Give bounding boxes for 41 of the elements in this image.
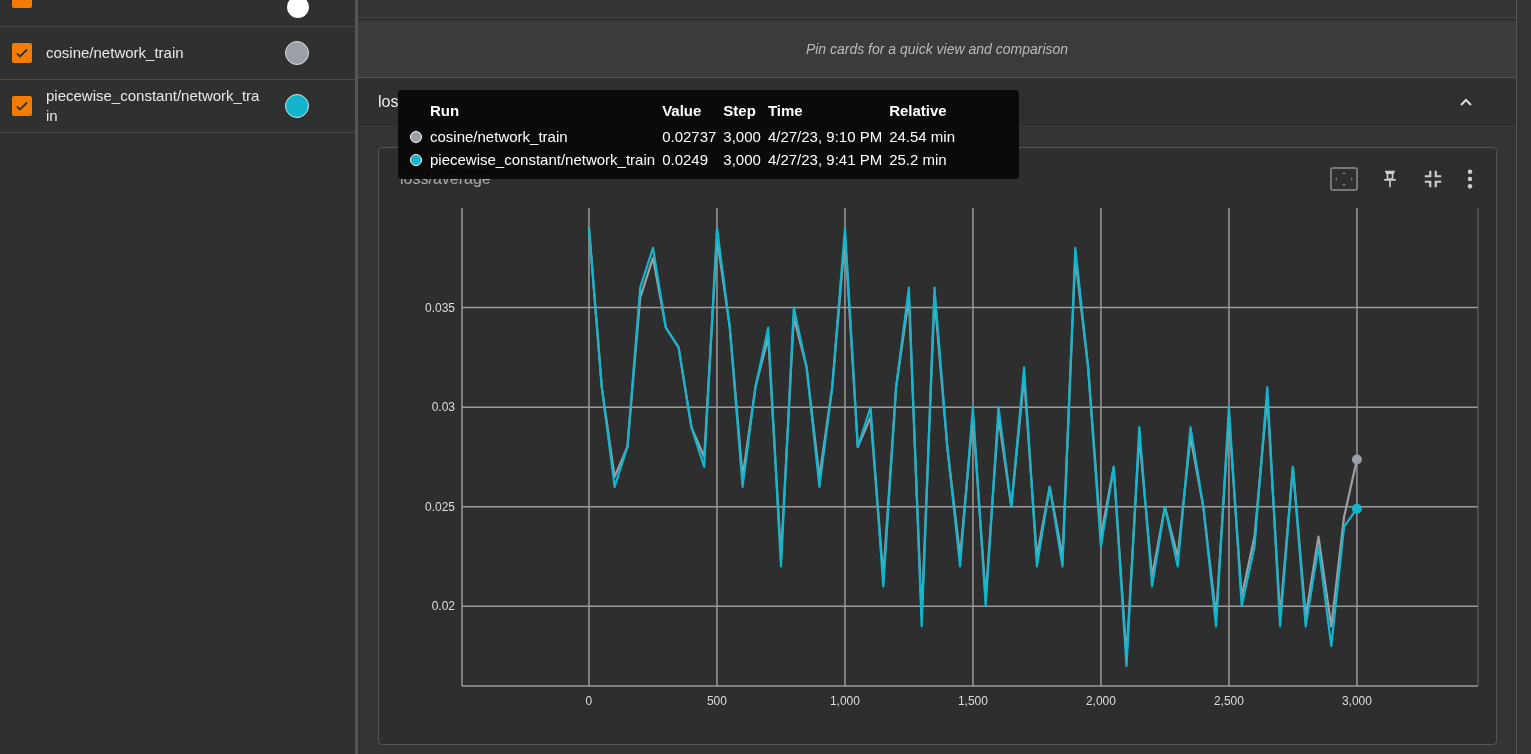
column-header: Run xyxy=(430,100,663,125)
y-tick-label: 0.035 xyxy=(424,300,455,315)
x-tick-label: 0 xyxy=(585,694,593,708)
y-tick-label: 0.03 xyxy=(431,400,455,415)
column-header: Time xyxy=(767,101,804,121)
section-title: los xyxy=(378,93,399,111)
round-icon[interactable] xyxy=(287,0,309,18)
color-swatch[interactable] xyxy=(285,41,309,65)
color-swatch[interactable] xyxy=(285,94,309,118)
table-cell: 0.0249 xyxy=(662,148,724,171)
table-cell: 3,000 xyxy=(723,148,768,171)
checkbox[interactable] xyxy=(12,96,32,116)
x-tick-label: 1,500 xyxy=(957,694,988,708)
x-tick-label: 3,000 xyxy=(1341,694,1372,708)
table-cell: 3,000 xyxy=(723,125,768,148)
y-tick-label: 0.02 xyxy=(431,599,455,614)
table-cell-text: 24.54 min xyxy=(889,127,957,147)
checkbox[interactable] xyxy=(12,43,32,63)
pinned-message: Pin cards for a quick view and comparison xyxy=(805,41,1069,57)
table-cell: piecewise_constant/network_train xyxy=(430,148,663,171)
series-endpoint xyxy=(1351,503,1362,514)
chart-title: loss/average xyxy=(400,170,491,188)
fit-domain-icon[interactable] xyxy=(1330,167,1358,191)
more-icon[interactable] xyxy=(1466,168,1474,190)
x-tick-label: 2,000 xyxy=(1085,694,1116,708)
collapse-icon[interactable] xyxy=(1422,168,1444,190)
column-header: Relative xyxy=(889,101,948,121)
column-header: Step xyxy=(723,100,768,125)
column-header: Value xyxy=(662,100,724,125)
table-cell: 0.02737 xyxy=(662,125,724,148)
run-name: cosine/network_train xyxy=(46,43,185,63)
x-tick-label: 2,500 xyxy=(1213,694,1244,708)
run-name: piecewise_constant/network_train xyxy=(46,86,260,126)
table-cell-text: 25.2 min xyxy=(889,150,948,170)
x-tick-label: 500 xyxy=(706,694,727,708)
table-cell-text: 4/27/23, 9:10 PM xyxy=(767,127,884,147)
scrollbar[interactable] xyxy=(1516,0,1531,754)
x-tick-label: 1,000 xyxy=(829,694,860,708)
table-cell: cosine/network_train xyxy=(430,125,663,148)
table-cell-text: 4/27/23, 9:41 PM xyxy=(767,150,884,170)
y-tick-label: 0.025 xyxy=(424,499,455,514)
